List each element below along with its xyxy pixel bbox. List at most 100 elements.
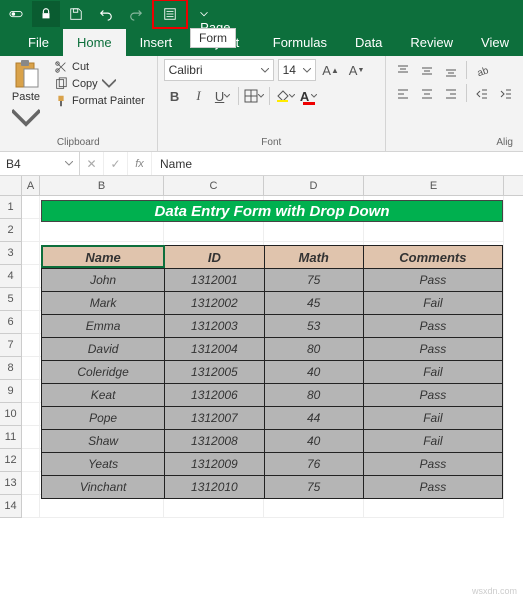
cell[interactable] <box>22 449 40 472</box>
cell-comments[interactable]: Fail <box>363 430 502 453</box>
table-row[interactable]: Pope131200744Fail <box>42 407 503 430</box>
col-header[interactable]: A <box>22 176 40 195</box>
cell-name[interactable]: Pope <box>42 407 165 430</box>
col-header[interactable]: B <box>40 176 164 195</box>
cell-id[interactable]: 1312001 <box>165 269 264 292</box>
cell[interactable] <box>164 219 264 242</box>
row-header[interactable]: 3 <box>0 242 22 265</box>
row-header[interactable]: 1 <box>0 196 22 219</box>
cell-math[interactable]: 75 <box>264 476 363 499</box>
insert-function-button[interactable]: fx <box>128 152 152 175</box>
spreadsheet-grid[interactable]: A B C D E 1234567891011121314 Data Entry… <box>0 176 523 518</box>
table-row[interactable]: Coleridge131200540Fail <box>42 361 503 384</box>
tab-formulas[interactable]: Formulas <box>259 29 341 56</box>
col-header[interactable]: E <box>364 176 504 195</box>
tab-home[interactable]: Home <box>63 29 126 56</box>
cell-name[interactable]: Emma <box>42 315 165 338</box>
cell-name[interactable]: David <box>42 338 165 361</box>
cell-comments[interactable]: Fail <box>363 407 502 430</box>
header-comments[interactable]: Comments <box>363 246 502 269</box>
orientation-button[interactable]: ab <box>471 61 493 81</box>
cell[interactable] <box>22 288 40 311</box>
select-all-corner[interactable] <box>0 176 22 195</box>
undo-button[interactable] <box>92 1 120 27</box>
cell-comments[interactable]: Pass <box>363 476 502 499</box>
table-row[interactable]: Yeats131200976Pass <box>42 453 503 476</box>
lock-icon[interactable] <box>32 1 60 27</box>
cell-id[interactable]: 1312008 <box>165 430 264 453</box>
font-color-button[interactable]: A <box>298 85 320 107</box>
row-header[interactable]: 5 <box>0 288 22 311</box>
tab-insert[interactable]: Insert <box>126 29 187 56</box>
cell[interactable] <box>22 380 40 403</box>
col-header[interactable]: D <box>264 176 364 195</box>
formula-input[interactable]: Name <box>152 152 523 175</box>
decrease-indent-button[interactable] <box>471 84 493 104</box>
table-row[interactable]: David131200480Pass <box>42 338 503 361</box>
cell-math[interactable]: 80 <box>264 338 363 361</box>
header-math[interactable]: Math <box>264 246 363 269</box>
cell[interactable] <box>264 219 364 242</box>
cancel-formula-button[interactable]: ✕ <box>80 152 104 175</box>
shrink-font-button[interactable]: A▼ <box>346 59 368 81</box>
cell-name[interactable]: Shaw <box>42 430 165 453</box>
fill-color-button[interactable] <box>274 85 296 107</box>
row-header[interactable]: 12 <box>0 449 22 472</box>
cell-math[interactable]: 45 <box>264 292 363 315</box>
cell-comments[interactable]: Fail <box>363 361 502 384</box>
align-top-button[interactable] <box>392 61 414 81</box>
grow-font-button[interactable]: A▲ <box>320 59 342 81</box>
cell-name[interactable]: Keat <box>42 384 165 407</box>
font-name-select[interactable]: Calibri <box>164 59 274 81</box>
cell-name[interactable]: Yeats <box>42 453 165 476</box>
bold-button[interactable]: B <box>164 85 186 107</box>
cell-id[interactable]: 1312005 <box>165 361 264 384</box>
align-bottom-button[interactable] <box>440 61 462 81</box>
align-left-button[interactable] <box>392 84 414 104</box>
cell-id[interactable]: 1312002 <box>165 292 264 315</box>
row-header[interactable]: 11 <box>0 426 22 449</box>
row-header[interactable]: 10 <box>0 403 22 426</box>
copy-button[interactable]: Copy <box>50 76 149 92</box>
cell-id[interactable]: 1312010 <box>165 476 264 499</box>
cell-math[interactable]: 40 <box>264 361 363 384</box>
cell-comments[interactable]: Pass <box>363 384 502 407</box>
table-row[interactable]: Shaw131200840Fail <box>42 430 503 453</box>
cell[interactable] <box>22 403 40 426</box>
cell[interactable] <box>22 311 40 334</box>
table-row[interactable]: Vinchant131201075Pass <box>42 476 503 499</box>
align-center-button[interactable] <box>416 84 438 104</box>
cut-button[interactable]: Cut <box>50 59 149 75</box>
form-button[interactable] <box>156 1 184 27</box>
tab-data[interactable]: Data <box>341 29 396 56</box>
cell-id[interactable]: 1312006 <box>165 384 264 407</box>
autosave-toggle[interactable] <box>2 1 30 27</box>
row-header[interactable]: 9 <box>0 380 22 403</box>
cell-comments[interactable]: Fail <box>363 292 502 315</box>
cell-math[interactable]: 40 <box>264 430 363 453</box>
cell-id[interactable]: 1312007 <box>165 407 264 430</box>
cell-math[interactable]: 80 <box>264 384 363 407</box>
row-header[interactable]: 8 <box>0 357 22 380</box>
cell-name[interactable]: Mark <box>42 292 165 315</box>
cell-id[interactable]: 1312009 <box>165 453 264 476</box>
cell[interactable] <box>22 357 40 380</box>
cell-name[interactable]: Coleridge <box>42 361 165 384</box>
align-middle-button[interactable] <box>416 61 438 81</box>
save-button[interactable] <box>62 1 90 27</box>
table-row[interactable]: John131200175Pass <box>42 269 503 292</box>
header-name[interactable]: Name <box>42 246 165 269</box>
cell[interactable] <box>22 472 40 495</box>
tab-view[interactable]: View <box>467 29 523 56</box>
cell-id[interactable]: 1312003 <box>165 315 264 338</box>
tab-review[interactable]: Review <box>396 29 467 56</box>
row-header[interactable]: 2 <box>0 219 22 242</box>
border-button[interactable] <box>243 85 265 107</box>
cell[interactable] <box>22 196 40 219</box>
cell-math[interactable]: 75 <box>264 269 363 292</box>
name-box[interactable]: B4 <box>0 152 80 175</box>
table-row[interactable]: Keat131200680Pass <box>42 384 503 407</box>
cell[interactable] <box>22 426 40 449</box>
col-header[interactable]: C <box>164 176 264 195</box>
cell-name[interactable]: John <box>42 269 165 292</box>
